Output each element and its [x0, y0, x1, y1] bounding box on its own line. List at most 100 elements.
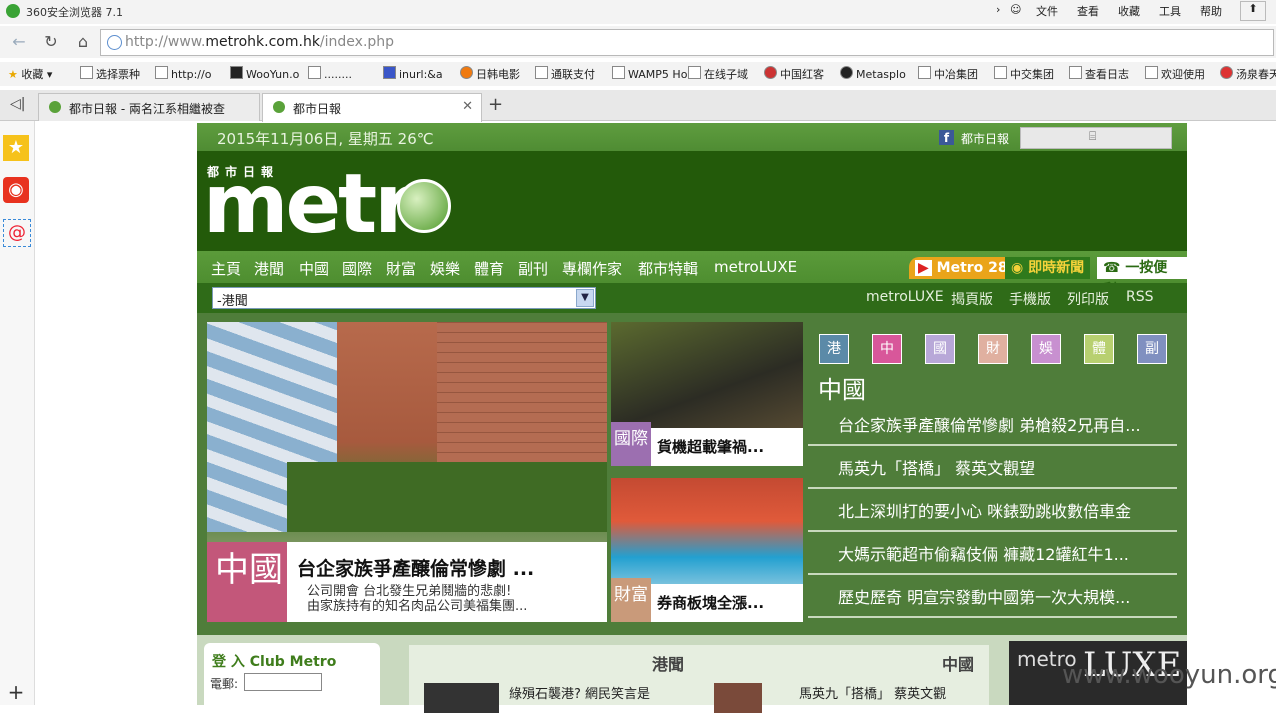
favorite-link[interactable]: inurl:&a — [383, 66, 443, 81]
chevron-right-icon[interactable]: › — [996, 3, 1000, 16]
subnav-mobile[interactable]: 手機版 — [1009, 289, 1051, 309]
menu-favorites[interactable]: 收藏 — [1118, 3, 1140, 19]
page-icon — [155, 66, 168, 79]
skull-icon — [840, 66, 853, 79]
news-link[interactable]: 馬英九「搭橋」 蔡英文觀 — [799, 683, 946, 702]
favorite-link[interactable]: http://o — [155, 66, 211, 81]
favorite-link[interactable]: WooYun.o — [230, 66, 299, 81]
favorite-link[interactable]: 汤泉春天 — [1220, 66, 1276, 82]
facebook-icon[interactable]: f — [939, 130, 954, 145]
url-field[interactable]: http://www.metrohk.com.hk/index.php — [100, 29, 1274, 56]
nav-finance[interactable]: 財富 — [386, 258, 416, 279]
metro-logo[interactable]: metr — [203, 157, 415, 252]
nav-china[interactable]: 中國 — [299, 258, 329, 279]
news-item[interactable]: 北上深圳打的要小心 咪錶勁跳收數倍車金 — [808, 488, 1177, 532]
section-button-china[interactable]: 中 — [872, 334, 902, 364]
favorite-link[interactable]: ........ — [308, 66, 352, 81]
favorite-link[interactable]: 日韩电影 — [460, 66, 520, 82]
url-text[interactable]: http://www.metrohk.com.hk/index.php — [125, 34, 394, 50]
sidebar-toggle-icon[interactable]: ◁| — [10, 96, 25, 112]
section-button-sports[interactable]: 體 — [1084, 334, 1114, 364]
favorite-link[interactable]: 在线子域 — [688, 66, 748, 82]
reload-icon[interactable]: ↻ — [40, 31, 62, 53]
nav-features[interactable]: 都市特輯 — [638, 258, 698, 279]
favorite-link[interactable]: 中冶集团 — [918, 66, 978, 82]
browser-sidebar: ★ ◉ @ + — [0, 121, 35, 705]
menu-tools[interactable]: 工具 — [1159, 3, 1181, 19]
nav-hk-news[interactable]: 港聞 — [254, 258, 284, 279]
search-icon[interactable]: ⌸ — [1089, 129, 1096, 144]
tab-metro-home[interactable]: 都市日報 ✕ — [262, 93, 482, 122]
nav-metroluxe[interactable]: metroLUXE — [714, 258, 797, 276]
login-box: 登 入 Club Metro 電郵: — [204, 643, 380, 713]
date-weather: 2015年11月06日, 星期五 26℃ — [217, 130, 434, 148]
weibo-icon[interactable]: ◉ — [3, 177, 29, 203]
hero-story[interactable]: 中國 台企家族爭產醸倫常慘劇 ... 公司開會 台北發生兄弟鬩牆的悲劇! 由家族… — [207, 322, 607, 622]
paw-icon — [383, 66, 396, 79]
news-item[interactable]: 大媽示範超市偷竊伎倆 褲藏12罐紅牛1... — [808, 531, 1177, 575]
news-item[interactable]: 馬英九「搭橋」 蔡英文觀望 — [808, 445, 1177, 489]
thumb-story-finance[interactable]: 財富 券商板塊全漲... — [611, 478, 803, 622]
news-link[interactable]: 綠殞石襲港? 網民笑言是 — [509, 683, 650, 702]
nav-sports[interactable]: 體育 — [474, 258, 504, 279]
favorite-link[interactable]: 欢迎使用 — [1145, 66, 1205, 82]
email-icon[interactable]: @ — [3, 219, 31, 247]
news-section-title: 中國 — [818, 376, 866, 404]
thumb-story-world[interactable]: 國際 貨機超載肇禍... — [611, 322, 803, 466]
news-thumbnail[interactable] — [424, 683, 499, 713]
favorite-link[interactable]: 选择票种 — [80, 66, 140, 82]
add-icon[interactable]: + — [3, 679, 29, 705]
email-field[interactable] — [244, 673, 322, 691]
breaking-news-tab[interactable]: ◉ 即時新聞 — [1005, 257, 1091, 279]
news-item[interactable]: 台企家族爭產醸倫常慘劇 弟槍殺2兄再自... — [808, 402, 1177, 446]
favorite-link[interactable]: 通联支付 — [535, 66, 595, 82]
section-button-hk[interactable]: 港 — [819, 334, 849, 364]
page-icon — [1069, 66, 1082, 79]
skin-icon[interactable]: ⬆ — [1240, 1, 1266, 21]
menu-view[interactable]: 查看 — [1077, 3, 1099, 19]
page-icon — [308, 66, 321, 79]
nav-home[interactable]: 主頁 — [211, 258, 241, 279]
menu-file[interactable]: 文件 — [1036, 3, 1058, 19]
favorites-star-button[interactable]: ★ 收藏 ▾ — [8, 66, 52, 82]
new-tab-button[interactable]: + — [488, 94, 503, 115]
hero-headline[interactable]: 台企家族爭產醸倫常慘劇 ... — [297, 554, 534, 581]
section-button-ent[interactable]: 娛 — [1031, 334, 1061, 364]
chevron-down-icon[interactable]: ▼ — [576, 289, 594, 307]
section-select[interactable]: -港聞 ▼ — [212, 287, 596, 309]
star-icon[interactable]: ★ — [3, 135, 29, 161]
subnav-print[interactable]: 列印版 — [1067, 289, 1109, 309]
facebook-link[interactable]: 都市日報 — [961, 130, 1009, 147]
site-search-input[interactable]: ⌸ — [1020, 127, 1172, 149]
section-button-supplement[interactable]: 副 — [1137, 334, 1167, 364]
menu-help[interactable]: 帮助 — [1200, 3, 1222, 19]
subnav-flipbook[interactable]: 揭頁版 — [951, 289, 993, 309]
favorite-link[interactable]: 查看日志 — [1069, 66, 1129, 82]
metro28-tab[interactable]: ▶ Metro 28 — [909, 257, 1014, 279]
favorite-link[interactable]: 中交集团 — [994, 66, 1054, 82]
headline-area: 中國 台企家族爭產醸倫常慘劇 ... 公司開會 台北發生兄弟鬩牆的悲劇! 由家族… — [197, 313, 1187, 635]
subnav-rss[interactable]: RSS — [1126, 289, 1154, 305]
subnav-metroluxe[interactable]: metroLUXE — [866, 289, 944, 305]
nav-world[interactable]: 國際 — [342, 258, 372, 279]
back-icon[interactable]: ← — [8, 31, 30, 53]
section-button-world[interactable]: 國 — [925, 334, 955, 364]
nav-supplement[interactable]: 副刊 — [518, 258, 548, 279]
close-icon[interactable]: ✕ — [462, 99, 473, 114]
home-icon[interactable]: ⌂ — [72, 31, 94, 53]
favorite-link[interactable]: WAMP5 Ho — [612, 66, 687, 81]
user-icon[interactable]: ☺ — [1010, 3, 1021, 16]
tab-metro-news[interactable]: 都市日報 - 兩名江系相繼被查 — [38, 93, 260, 121]
favorite-link[interactable]: 中国红客 — [764, 66, 824, 82]
page-icon — [80, 66, 93, 79]
browser-logo-icon — [6, 4, 20, 18]
news-item[interactable]: 歷史歷奇 明宣宗發動中國第一次大規模... — [808, 574, 1177, 618]
news-thumbnail[interactable] — [714, 683, 762, 713]
section-news-panel: 港聞 中國 綠殞石襲港? 網民笑言是 馬英九「搭橋」 蔡英文觀 — [409, 645, 989, 713]
section-button-finance[interactable]: 財 — [978, 334, 1008, 364]
nav-columnists[interactable]: 專欄作家 — [562, 258, 622, 279]
one-click-tab[interactable]: ☎ 一按便利 — [1097, 257, 1187, 298]
favorite-link[interactable]: Metasplo — [840, 66, 906, 81]
title-bar: 360安全浏览器 7.1 › ☺ 文件 查看 收藏 工具 帮助 ⬆ — [0, 0, 1276, 24]
nav-entertainment[interactable]: 娛樂 — [430, 258, 460, 279]
